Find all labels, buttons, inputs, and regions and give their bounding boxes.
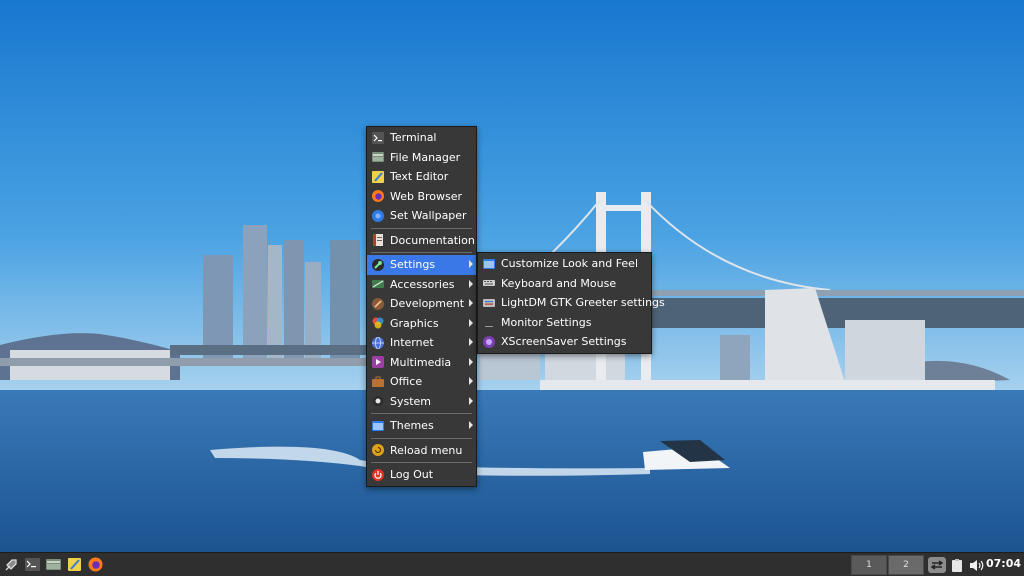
customize-icon xyxy=(482,257,495,270)
submenu-item-label: Customize Look and Feel xyxy=(501,257,639,271)
settings-submenu: Customize Look and Feel Keyboard and Mou… xyxy=(477,252,665,354)
screensaver-icon xyxy=(482,335,495,348)
submenu-arrow-icon xyxy=(469,396,473,405)
documentation-icon xyxy=(371,234,384,247)
menu-item-graphics[interactable]: Graphics xyxy=(367,314,476,334)
menu-item-development[interactable]: Development xyxy=(367,294,476,314)
submenu-item-label: Monitor Settings xyxy=(501,315,592,329)
application-menu: Terminal File Manager Text Editor Web Br… xyxy=(366,126,477,487)
menu-item-label: Accessories xyxy=(390,277,455,291)
menu-item-label: Development xyxy=(390,297,465,311)
firefox-icon[interactable] xyxy=(85,555,105,575)
clipboard-icon[interactable] xyxy=(950,555,964,575)
volume-icon[interactable] xyxy=(968,555,986,575)
menu-item-file-manager[interactable]: File Manager xyxy=(367,148,476,168)
menu-separator xyxy=(371,462,472,463)
wallpaper-icon xyxy=(371,209,384,222)
submenu-item-label: XScreenSaver Settings xyxy=(501,335,627,349)
reload-icon xyxy=(371,444,384,457)
themes-icon xyxy=(371,419,384,432)
submenu-item-label: LightDM GTK Greeter settings xyxy=(501,296,665,310)
menu-item-label: System xyxy=(390,394,432,408)
terminal-icon[interactable] xyxy=(22,555,42,575)
submenu-item-keyboard-and-mouse[interactable]: Keyboard and Mouse xyxy=(478,274,651,294)
start-menu-icon[interactable] xyxy=(1,555,21,575)
menu-item-system[interactable]: System xyxy=(367,392,476,412)
submenu-arrow-icon xyxy=(469,357,473,366)
internet-icon xyxy=(371,336,384,349)
workspace-1-button[interactable]: 1 xyxy=(851,555,887,575)
office-icon xyxy=(371,375,384,388)
menu-item-themes[interactable]: Themes xyxy=(367,416,476,436)
development-icon xyxy=(371,297,384,310)
menu-item-label: Office xyxy=(390,375,423,389)
menu-item-office[interactable]: Office xyxy=(367,372,476,392)
menu-item-label: Themes xyxy=(390,419,434,433)
menu-item-label: File Manager xyxy=(390,150,461,164)
menu-item-label: Log Out xyxy=(390,468,434,482)
network-icon[interactable] xyxy=(927,555,947,575)
menu-separator xyxy=(371,437,472,439)
menu-item-accessories[interactable]: Accessories xyxy=(367,275,476,295)
settings-icon xyxy=(371,258,384,271)
menu-separator xyxy=(371,252,472,253)
submenu-item-lightdm-gtk-greeter-settings[interactable]: LightDM GTK Greeter settings xyxy=(478,293,665,313)
submenu-arrow-icon xyxy=(469,421,473,429)
menu-item-multimedia[interactable]: Multimedia xyxy=(367,353,476,373)
menu-item-documentation[interactable]: Documentation xyxy=(367,231,476,251)
submenu-item-label: Keyboard and Mouse xyxy=(501,276,617,290)
submenu-item-customize-look-and-feel[interactable]: Customize Look and Feel xyxy=(478,254,651,274)
keyboard-icon xyxy=(482,277,495,290)
menu-item-label: Documentation xyxy=(390,233,475,247)
menu-item-reload-menu[interactable]: Reload menu xyxy=(367,441,476,461)
menu-item-text-editor[interactable]: Text Editor xyxy=(367,167,476,187)
graphics-icon xyxy=(371,317,384,330)
file-manager-icon xyxy=(371,151,384,164)
logout-icon xyxy=(371,468,384,481)
multimedia-icon xyxy=(371,356,384,369)
text-editor-icon xyxy=(371,170,384,183)
submenu-arrow-icon xyxy=(469,299,473,307)
menu-item-label: Graphics xyxy=(390,316,439,330)
menu-item-settings[interactable]: Settings xyxy=(367,255,476,275)
menu-item-label: Reload menu xyxy=(390,443,463,457)
lightdm-icon xyxy=(482,296,495,309)
firefox-icon xyxy=(371,190,384,203)
menu-item-set-wallpaper[interactable]: Set Wallpaper xyxy=(367,206,476,226)
menu-separator xyxy=(371,413,472,414)
submenu-arrow-icon xyxy=(469,338,473,346)
submenu-arrow-icon xyxy=(469,318,473,327)
menu-item-label: Web Browser xyxy=(390,189,463,203)
submenu-arrow-icon xyxy=(469,377,473,385)
accessories-icon xyxy=(371,278,384,291)
system-icon xyxy=(371,395,384,408)
menu-item-web-browser[interactable]: Web Browser xyxy=(367,187,476,207)
monitor-icon xyxy=(482,316,495,329)
workspace-2-button[interactable]: 2 xyxy=(888,555,924,575)
menu-item-terminal[interactable]: Terminal xyxy=(367,128,476,148)
menu-item-label: Set Wallpaper xyxy=(390,209,467,223)
menu-item-label: Multimedia xyxy=(390,355,452,369)
submenu-item-xscreensaver-settings[interactable]: XScreenSaver Settings xyxy=(478,332,651,352)
submenu-arrow-icon xyxy=(469,260,473,268)
menu-item-label: Text Editor xyxy=(390,170,449,184)
menu-item-internet[interactable]: Internet xyxy=(367,333,476,353)
terminal-icon xyxy=(371,131,384,144)
menu-item-label: Settings xyxy=(390,258,436,272)
menu-item-label: Internet xyxy=(390,336,434,350)
menu-separator xyxy=(371,227,472,229)
taskbar: 1 2 07:04 xyxy=(0,552,1024,576)
submenu-arrow-icon xyxy=(469,279,473,288)
menu-item-log-out[interactable]: Log Out xyxy=(367,465,476,485)
menu-item-label: Terminal xyxy=(390,131,437,145)
clock[interactable]: 07:04 xyxy=(986,557,1021,570)
text-editor-icon[interactable] xyxy=(64,555,84,575)
submenu-item-monitor-settings[interactable]: Monitor Settings xyxy=(478,313,651,333)
file-manager-icon[interactable] xyxy=(43,555,63,575)
